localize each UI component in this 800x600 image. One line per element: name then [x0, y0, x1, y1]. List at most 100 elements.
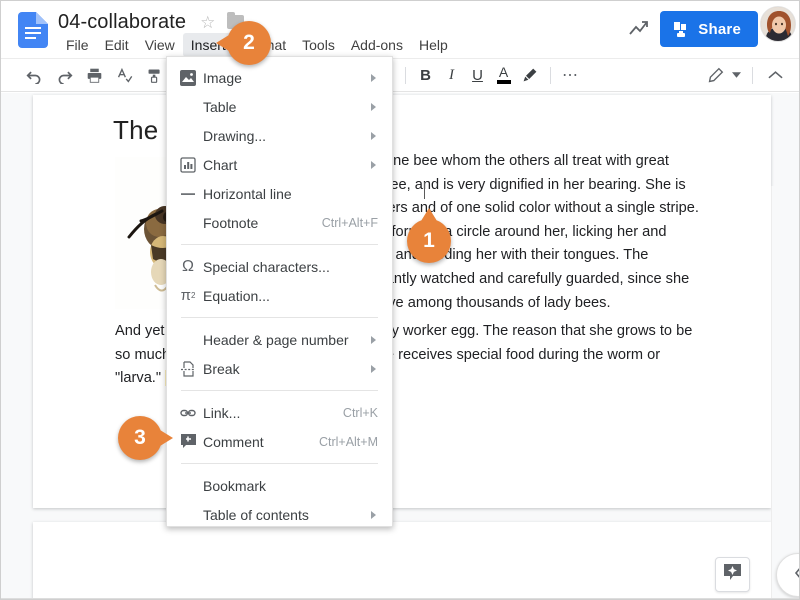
callout-badge-2: 2	[216, 21, 271, 65]
menu-item-equation[interactable]: π2 Equation...	[167, 281, 392, 310]
menu-item-label: Chart	[203, 156, 238, 173]
menu-help[interactable]: Help	[411, 33, 456, 57]
doc-title[interactable]: 04-collaborate	[58, 9, 186, 35]
text-color-swatch	[496, 80, 511, 84]
callout-badge-1: 1	[407, 208, 451, 263]
menu-item-bookmark[interactable]: Bookmark	[167, 471, 392, 500]
menu-item-label: Bookmark	[203, 477, 267, 494]
explore-button[interactable]	[715, 557, 750, 592]
undo-icon[interactable]	[22, 67, 46, 84]
bold-button[interactable]: B	[413, 67, 439, 84]
paint-format-icon[interactable]	[142, 67, 166, 84]
title-row: 04-collaborate ☆	[58, 8, 245, 36]
insert-menu-dropdown[interactable]: Image Table Drawing... Chart Horizontal …	[166, 56, 393, 527]
menu-item-header-page-number[interactable]: Header & page number	[167, 325, 392, 354]
text-color-letter: A	[498, 64, 509, 80]
menu-item-shortcut: Ctrl+Alt+M	[318, 434, 378, 449]
highlight-pen-icon[interactable]	[517, 67, 543, 83]
underline-button[interactable]: U	[465, 67, 491, 84]
share-button[interactable]: Share	[660, 11, 758, 47]
menu-item-label: Link...	[203, 404, 241, 421]
avatar[interactable]	[760, 6, 796, 42]
redo-icon[interactable]	[52, 67, 76, 84]
submenu-arrow-icon	[371, 131, 376, 140]
menu-divider	[181, 463, 378, 464]
image-icon	[179, 69, 197, 87]
add-comment-icon	[179, 433, 197, 451]
spellcheck-icon[interactable]	[112, 67, 136, 84]
menu-item-table-of-contents[interactable]: Table of contents	[167, 500, 392, 529]
menu-item-label: Horizontal line	[203, 185, 292, 202]
menu-file[interactable]: File	[58, 33, 97, 57]
google-docs-window: 04-collaborate ☆ File Edit View Insert F…	[0, 0, 800, 600]
menu-item-label: Table of contents	[203, 506, 309, 523]
chevron-left-icon	[793, 565, 800, 585]
right-rail	[771, 186, 800, 600]
callout-badge-3: 3	[118, 416, 173, 460]
submenu-arrow-icon	[371, 73, 376, 82]
menu-divider	[181, 390, 378, 391]
callout-number: 1	[423, 229, 435, 252]
menu-item-label: Table	[203, 98, 237, 115]
menu-item-label: Header & page number	[203, 331, 349, 348]
menu-item-drawing[interactable]: Drawing...	[167, 121, 392, 150]
page-break-icon	[179, 360, 197, 378]
share-label: Share	[698, 20, 741, 38]
callout-tail	[421, 208, 437, 221]
menu-item-shortcut: Ctrl+K	[342, 405, 378, 420]
menu-divider	[181, 244, 378, 245]
toolbar-divider-3	[404, 66, 406, 84]
menu-item-footnote[interactable]: Footnote Ctrl+Alt+F	[167, 208, 392, 237]
menu-view[interactable]: View	[137, 33, 183, 57]
toolbar-divider-5	[752, 66, 753, 84]
document-page-2	[33, 522, 771, 600]
submenu-arrow-icon	[371, 335, 376, 344]
text-color-button[interactable]: A	[491, 64, 517, 84]
document-canvas[interactable]: The Queen Bee	[0, 93, 800, 600]
menu-item-image[interactable]: Image	[167, 63, 392, 92]
menu-item-horizontal-line[interactable]: Horizontal line	[167, 179, 392, 208]
menu-divider	[181, 317, 378, 318]
star-outline-icon[interactable]: ☆	[200, 14, 215, 31]
menu-edit[interactable]: Edit	[97, 33, 137, 57]
menu-addons[interactable]: Add-ons	[343, 33, 411, 57]
menu-item-label: Break	[203, 360, 240, 377]
more-horizontal-icon[interactable]: ⋯	[558, 65, 584, 85]
link-icon	[179, 404, 197, 422]
menu-item-table[interactable]: Table	[167, 92, 392, 121]
chart-icon	[179, 156, 197, 174]
menu-item-break[interactable]: Break	[167, 354, 392, 383]
menu-item-label: Footnote	[203, 214, 259, 231]
menu-tools[interactable]: Tools	[294, 33, 343, 57]
menu-item-comment[interactable]: Comment Ctrl+Alt+M	[167, 427, 392, 456]
callout-number: 2	[243, 31, 255, 54]
print-icon[interactable]	[82, 67, 106, 84]
share-lock-icon	[673, 21, 690, 38]
submenu-arrow-icon	[371, 510, 376, 519]
submenu-arrow-icon	[371, 102, 376, 111]
submenu-arrow-icon	[371, 364, 376, 373]
menu-item-special-characters[interactable]: Ω Special characters...	[167, 252, 392, 281]
edit-mode-dropdown-arrow-icon[interactable]	[727, 72, 745, 78]
horizontal-line-icon	[179, 185, 197, 203]
callout-number: 3	[134, 426, 146, 449]
app-header: 04-collaborate ☆ File Edit View Insert F…	[0, 0, 800, 58]
omega-icon: Ω	[182, 257, 194, 275]
chevron-up-icon[interactable]	[760, 70, 790, 80]
toolbar-divider-4	[549, 66, 551, 84]
menu-item-label: Equation...	[203, 287, 270, 304]
text-cursor	[424, 182, 426, 199]
menu-item-link[interactable]: Link... Ctrl+K	[167, 398, 392, 427]
pencil-icon[interactable]	[703, 67, 727, 84]
italic-button[interactable]: I	[439, 67, 465, 84]
menu-item-label: Comment	[203, 433, 264, 450]
google-docs-icon[interactable]	[18, 12, 48, 48]
menu-item-label: Special characters...	[203, 258, 330, 275]
explore-icon	[723, 563, 742, 587]
callout-tail	[216, 35, 229, 51]
trending-up-icon[interactable]	[626, 17, 650, 41]
menu-item-label: Drawing...	[203, 127, 267, 144]
bee-photo[interactable]	[115, 157, 172, 309]
menu-item-chart[interactable]: Chart	[167, 150, 392, 179]
callout-tail	[160, 430, 173, 446]
